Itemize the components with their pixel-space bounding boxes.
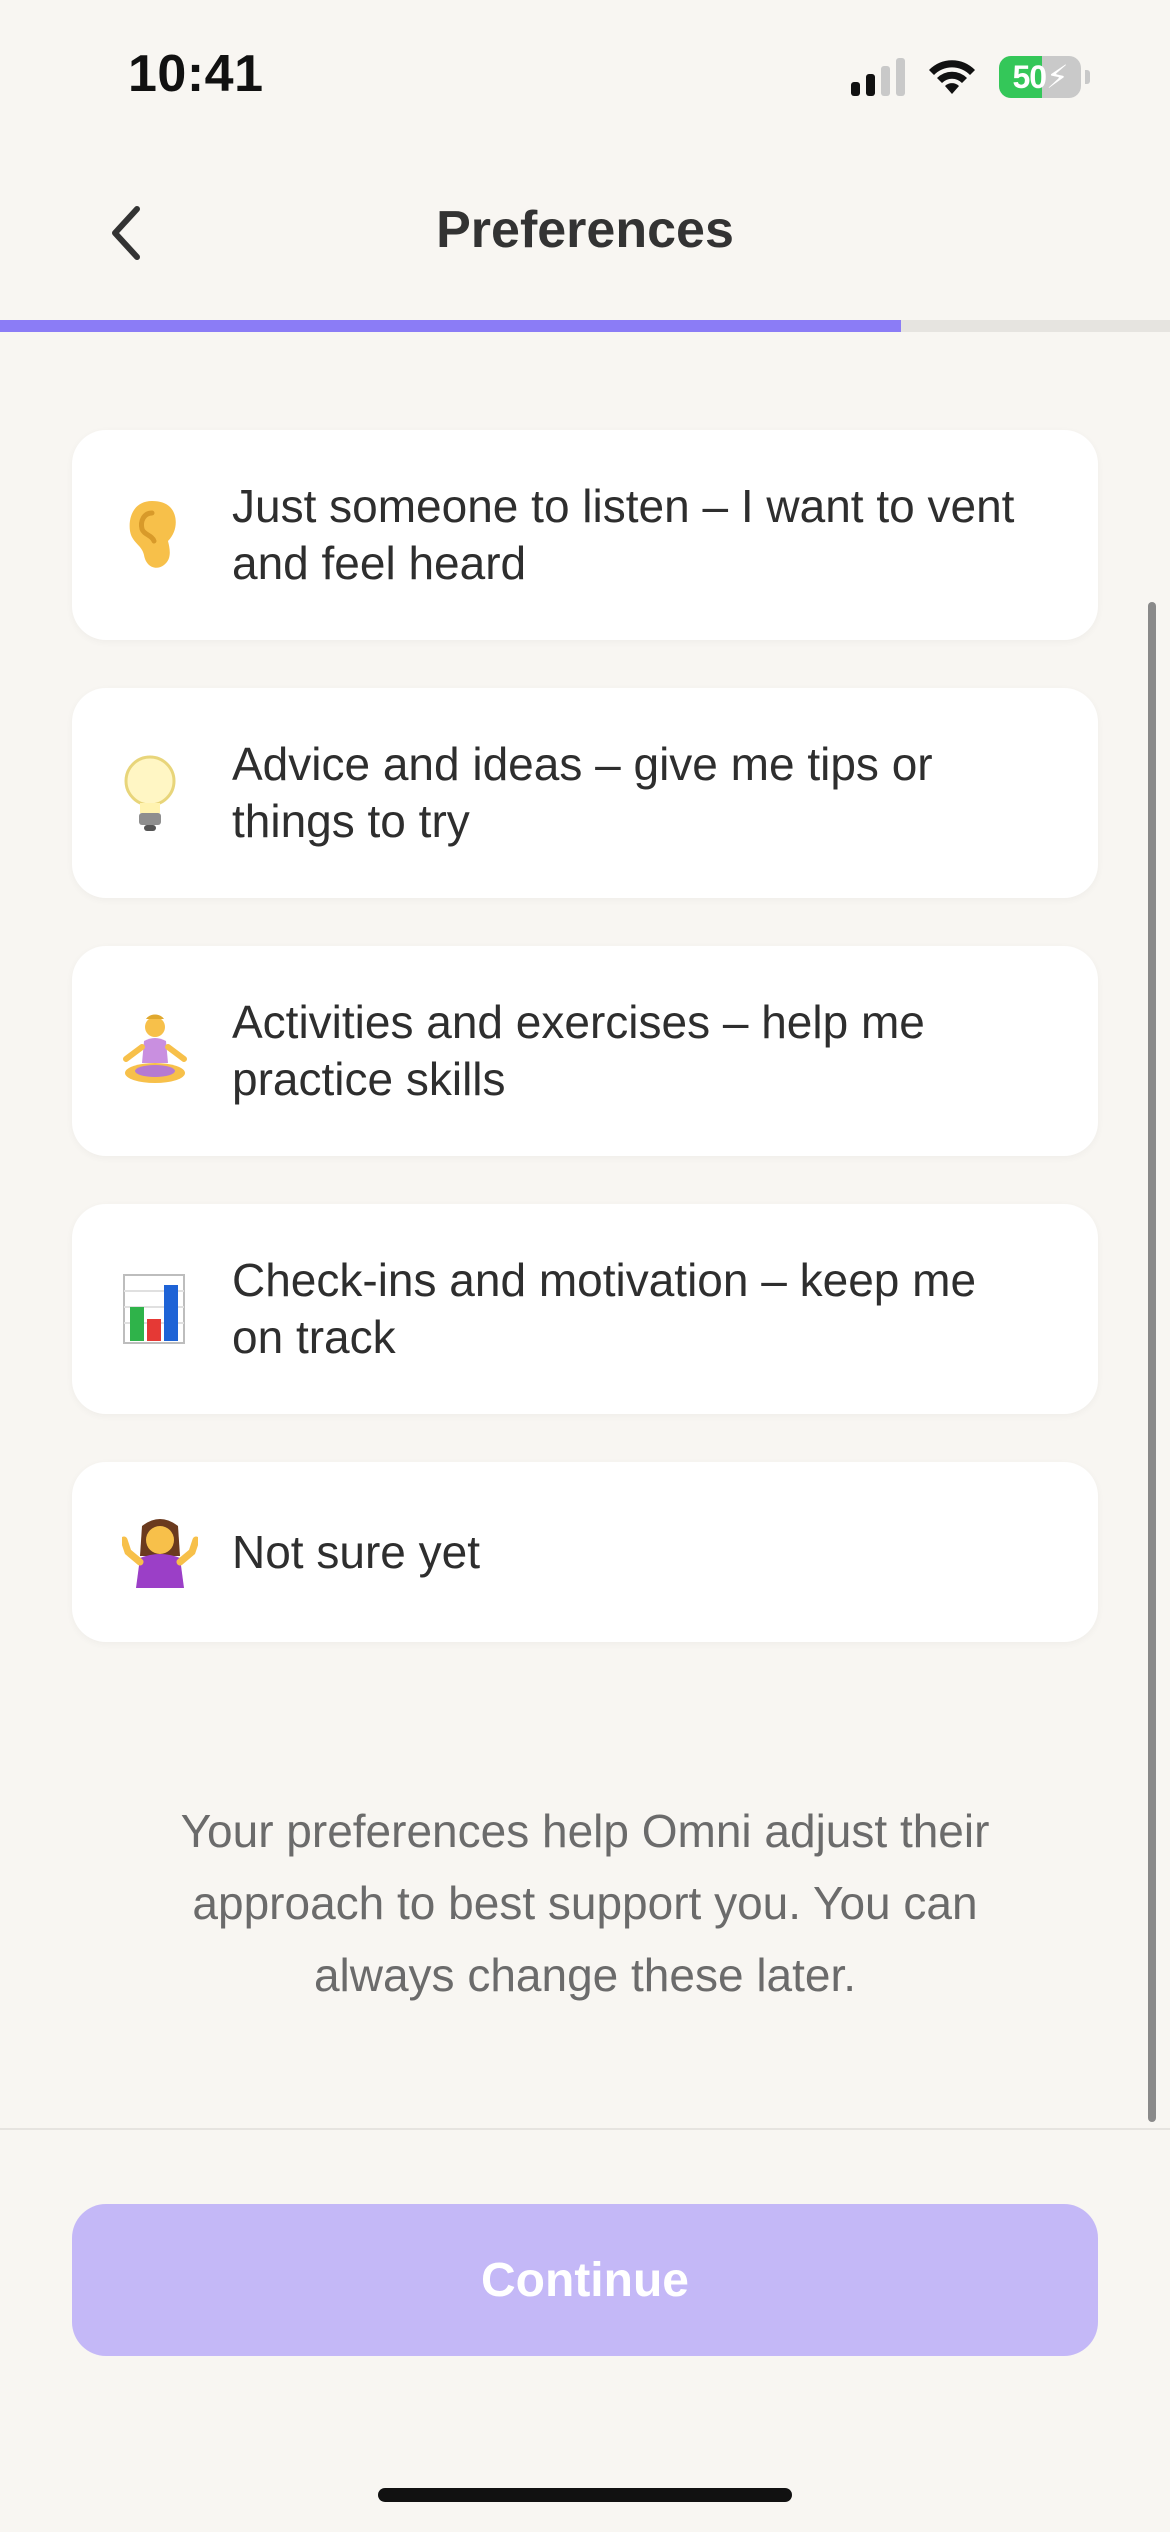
status-bar: 10:41 50⚡ xyxy=(0,0,1170,150)
option-label: Not sure yet xyxy=(232,1525,480,1578)
meditation-icon xyxy=(122,1013,232,1089)
continue-button[interactable]: Continue xyxy=(72,2204,1098,2356)
battery-cap xyxy=(1085,70,1090,84)
home-indicator[interactable] xyxy=(378,2488,792,2502)
progress-bar-fill xyxy=(0,320,901,332)
info-text: Your preferences help Omni adjust their … xyxy=(180,1805,990,2001)
option-label: Activities and exercises – help me pract… xyxy=(232,996,925,1105)
option-checkins[interactable]: Check-ins and motivation – keep me on tr… xyxy=(72,1204,1098,1414)
status-icons: 50⚡ xyxy=(851,56,1090,98)
option-listen[interactable]: Just someone to listen – I want to vent … xyxy=(72,430,1098,640)
footer-divider xyxy=(0,2128,1170,2130)
preference-options: Just someone to listen – I want to vent … xyxy=(72,430,1098,1690)
shrug-icon xyxy=(122,1516,232,1588)
option-label: Advice and ideas – give me tips or thing… xyxy=(232,738,933,847)
header: Preferences xyxy=(0,150,1170,320)
scrollbar[interactable] xyxy=(1148,602,1156,2122)
ear-icon xyxy=(122,497,232,573)
cellular-signal-icon xyxy=(851,58,905,96)
lightbulb-icon xyxy=(122,753,232,833)
option-not-sure[interactable]: Not sure yet xyxy=(72,1462,1098,1642)
battery-icon: 50⚡ xyxy=(999,56,1081,98)
option-label: Just someone to listen – I want to vent … xyxy=(232,480,1015,589)
wifi-icon xyxy=(929,60,975,94)
bar-chart-icon xyxy=(122,1273,232,1345)
page-title: Preferences xyxy=(436,201,734,259)
option-activities[interactable]: Activities and exercises – help me pract… xyxy=(72,946,1098,1156)
status-time: 10:41 xyxy=(128,45,264,103)
charging-bolt-icon: ⚡ xyxy=(1046,59,1068,95)
option-label: Check-ins and motivation – keep me on tr… xyxy=(232,1254,977,1363)
battery-level: 50 xyxy=(1012,59,1047,95)
progress-bar xyxy=(0,320,1170,332)
option-advice[interactable]: Advice and ideas – give me tips or thing… xyxy=(72,688,1098,898)
